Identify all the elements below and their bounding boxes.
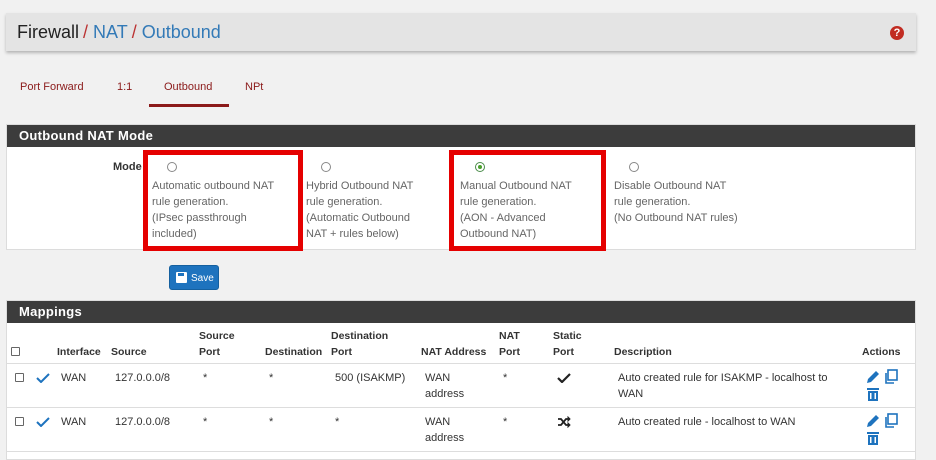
breadcrumb-bar: Firewall / NAT / Outbound ? [6, 13, 916, 51]
mode-label: Mode [113, 161, 142, 173]
tab-outbound[interactable]: Outbound [164, 81, 212, 93]
cell-destination-port: 500 (ISAKMP) [335, 372, 406, 384]
option-line: (No Outbound NAT rules) [614, 212, 738, 224]
row-checkbox[interactable] [15, 417, 24, 426]
select-all-checkbox[interactable] [11, 347, 20, 356]
col-actions: Actions [862, 346, 901, 358]
cell-interface: WAN [61, 372, 87, 384]
cell-line: address [425, 432, 465, 444]
delete-trash-icon[interactable] [865, 386, 881, 402]
edit-pencil-icon[interactable] [865, 413, 881, 429]
active-tab-indicator [149, 104, 229, 107]
static-port-check-icon [557, 373, 571, 383]
tab-one-to-one[interactable]: 1:1 [117, 81, 132, 93]
mode-option-disable[interactable]: Disable Outbound NAT rule generation. (N… [614, 162, 754, 226]
save-button[interactable]: Save [169, 265, 219, 290]
cell-source: 127.0.0.0/8 [115, 416, 171, 428]
enabled-check-icon [36, 417, 50, 427]
tab-port-forward[interactable]: Port Forward [20, 81, 84, 93]
cell-nat-address: WAN address [425, 370, 464, 402]
tab-npt[interactable]: NPt [245, 81, 263, 93]
help-icon[interactable]: ? [890, 26, 904, 40]
col-nat-port[interactable]: NAT Port [499, 328, 520, 360]
delete-trash-icon[interactable] [865, 430, 881, 446]
cell-source-port: * [203, 372, 208, 384]
col-source-port[interactable]: Source Port [199, 328, 235, 360]
option-line: (Automatic Outbound [306, 212, 410, 224]
enabled-check-icon [36, 373, 50, 383]
cell-source-port: * [203, 416, 208, 428]
option-line: Hybrid Outbound NAT [306, 180, 414, 192]
cell-destination: * [269, 372, 274, 384]
col-static-port[interactable]: Static Port [553, 328, 582, 360]
cell-description: Auto created rule - localhost to WAN [618, 414, 796, 430]
col-destination[interactable]: Destination [265, 344, 322, 360]
breadcrumb-separator: / [131, 22, 137, 42]
mode-option-hybrid[interactable]: Hybrid Outbound NAT rule generation. (Au… [306, 162, 446, 242]
col-label: NAT [499, 330, 520, 342]
cell-line: Auto created rule - localhost to WAN [618, 416, 796, 428]
col-label: Port [199, 346, 220, 358]
col-label: Port [499, 346, 520, 358]
row-checkbox[interactable] [15, 373, 24, 382]
cell-source: 127.0.0.0/8 [115, 372, 171, 384]
cell-line: address [425, 388, 465, 400]
col-label: Port [331, 346, 352, 358]
copy-icon[interactable] [883, 413, 899, 429]
panel-title: Mappings [7, 301, 915, 323]
cell-line: WAN [425, 372, 451, 384]
save-label: Save [191, 273, 214, 284]
breadcrumb-separator: / [83, 22, 89, 42]
col-label: Source [199, 330, 235, 342]
row-divider [7, 407, 915, 408]
row-divider [7, 363, 915, 364]
highlight-box-manual [449, 150, 606, 251]
cell-interface: WAN [61, 416, 87, 428]
col-label: Destination [331, 330, 389, 342]
col-label: Port [553, 346, 574, 358]
breadcrumb-firewall: Firewall [17, 22, 80, 42]
panel-title: Outbound NAT Mode [7, 125, 915, 147]
mode-option-text: Hybrid Outbound NAT rule generation. (Au… [306, 178, 446, 242]
static-port-random-icon [558, 416, 571, 428]
breadcrumb-nat[interactable]: NAT [93, 22, 128, 42]
col-description[interactable]: Description [614, 344, 672, 360]
edit-pencil-icon[interactable] [865, 369, 881, 385]
breadcrumb-outbound[interactable]: Outbound [142, 22, 221, 42]
option-line: NAT + rules below) [306, 228, 399, 240]
cell-nat-port: * [503, 416, 508, 428]
col-nat-address[interactable]: NAT Address [421, 344, 486, 360]
highlight-box-automatic [143, 150, 303, 251]
row-divider [7, 451, 915, 452]
col-interface[interactable]: Interface [57, 344, 101, 360]
cell-nat-port: * [503, 372, 508, 384]
option-line: Disable Outbound NAT [614, 180, 727, 192]
copy-icon[interactable] [883, 369, 899, 385]
col-source[interactable]: Source [111, 344, 147, 360]
option-line: rule generation. [614, 196, 691, 208]
save-icon [176, 272, 187, 283]
col-label: Static [553, 330, 582, 342]
cell-destination: * [269, 416, 274, 428]
option-line: rule generation. [306, 196, 383, 208]
cell-line: Auto created rule for ISAKMP - localhost… [618, 372, 828, 384]
col-destination-port[interactable]: Destination Port [331, 328, 388, 360]
mappings-panel: Mappings Interface Source Source Port Des… [6, 300, 916, 460]
cell-description: Auto created rule for ISAKMP - localhost… [618, 370, 828, 402]
radio-hybrid[interactable] [321, 162, 331, 172]
cell-nat-address: WAN address [425, 414, 464, 446]
mode-option-text: Disable Outbound NAT rule generation. (N… [614, 178, 754, 226]
cell-destination-port: * [335, 416, 340, 428]
cell-line: WAN [425, 416, 451, 428]
breadcrumb: Firewall / NAT / Outbound [17, 22, 221, 43]
cell-line: WAN [618, 388, 644, 400]
radio-disable[interactable] [629, 162, 639, 172]
